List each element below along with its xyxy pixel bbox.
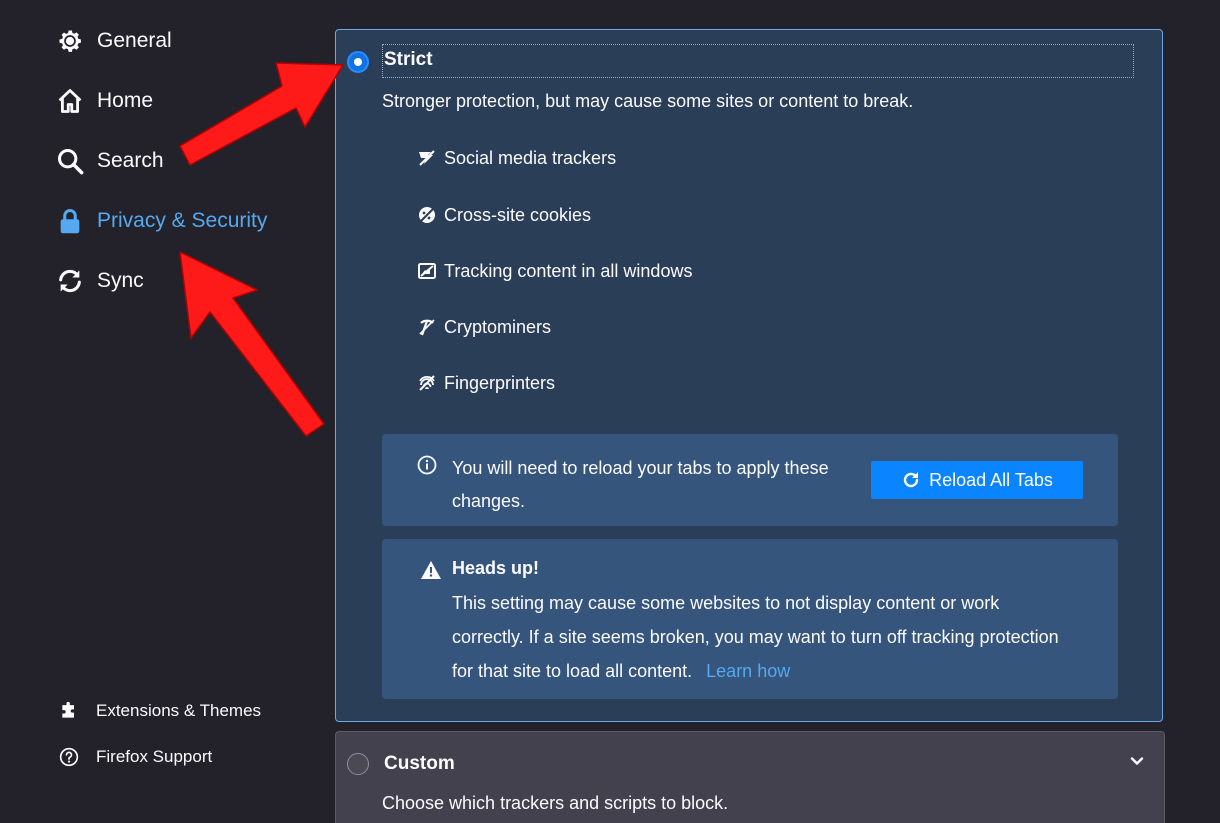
tracker-item: Tracking content in all windows	[416, 260, 692, 282]
sidebar-item-label: General	[97, 29, 172, 52]
heads-up-body: This setting may cause some websites to …	[452, 586, 1072, 688]
tracker-label: Cross-site cookies	[444, 204, 592, 225]
footer-link-label: Extensions & Themes	[96, 701, 262, 720]
lock-icon	[55, 206, 85, 236]
social-tracker-icon	[416, 147, 438, 169]
sidebar-item-label: Sync	[97, 269, 144, 292]
strict-radio[interactable]	[347, 51, 369, 73]
sidebar-item-label: Privacy & Security	[97, 209, 268, 232]
strict-protection-card: Strict Stronger protection, but may caus…	[335, 29, 1163, 722]
strict-focus-outline	[382, 44, 1134, 78]
heads-up-title: Heads up!	[452, 558, 540, 578]
puzzle-icon	[58, 700, 80, 722]
tracker-item: Cross-site cookies	[416, 204, 591, 226]
sidebar-item-label: Home	[97, 89, 154, 112]
custom-protection-card: Custom Choose which trackers and scripts…	[335, 731, 1165, 823]
tracking-content-icon	[416, 260, 438, 282]
strict-description: Stronger protection, but may cause some …	[382, 91, 914, 111]
sync-icon	[55, 266, 85, 296]
chevron-down-icon[interactable]	[1128, 752, 1146, 770]
custom-description: Choose which trackers and scripts to blo…	[382, 793, 729, 813]
tracker-label: Cryptominers	[444, 316, 552, 337]
reload-icon	[903, 472, 919, 488]
tracker-item: Fingerprinters	[416, 372, 555, 394]
reload-notice: You will need to reload your tabs to app…	[382, 434, 1118, 526]
tracker-item: Cryptominers	[416, 316, 551, 338]
footer-link-label: Firefox Support	[96, 747, 213, 766]
help-icon	[58, 746, 80, 768]
search-icon	[55, 146, 85, 176]
info-icon	[417, 455, 437, 475]
sidebar: General Home Search Privacy & Security S…	[0, 0, 320, 823]
sidebar-item-privacy-security[interactable]: Privacy & Security	[55, 201, 295, 241]
sidebar-item-search[interactable]: Search	[55, 141, 295, 181]
cryptominer-icon	[416, 316, 438, 338]
tracker-label: Social media trackers	[444, 147, 617, 168]
tracker-label: Tracking content in all windows	[444, 260, 693, 281]
tracker-item: Social media trackers	[416, 147, 616, 169]
extensions-themes-link[interactable]: Extensions & Themes	[58, 696, 298, 726]
preferences-window: General Home Search Privacy & Security S…	[0, 0, 1220, 823]
reload-button-label: Reload All Tabs	[929, 469, 1053, 490]
warning-icon	[421, 561, 441, 579]
cookie-icon	[416, 204, 438, 226]
home-icon	[55, 86, 85, 116]
heads-up-notice: Heads up! This setting may cause some we…	[382, 539, 1118, 699]
tracker-label: Fingerprinters	[444, 372, 556, 393]
sidebar-item-home[interactable]: Home	[55, 81, 295, 121]
custom-radio[interactable]	[347, 753, 369, 775]
firefox-support-link[interactable]: Firefox Support	[58, 742, 298, 772]
reload-message: You will need to reload your tabs to app…	[452, 458, 829, 511]
fingerprinter-icon	[416, 372, 438, 394]
strict-title[interactable]: Strict	[384, 49, 433, 71]
sidebar-item-sync[interactable]: Sync	[55, 261, 295, 301]
sidebar-item-general[interactable]: General	[55, 21, 295, 61]
custom-title[interactable]: Custom	[384, 753, 455, 775]
reload-all-tabs-button[interactable]: Reload All Tabs	[871, 461, 1083, 499]
learn-how-link[interactable]: Learn how	[706, 661, 790, 681]
gear-icon	[55, 26, 85, 56]
sidebar-item-label: Search	[97, 149, 164, 172]
